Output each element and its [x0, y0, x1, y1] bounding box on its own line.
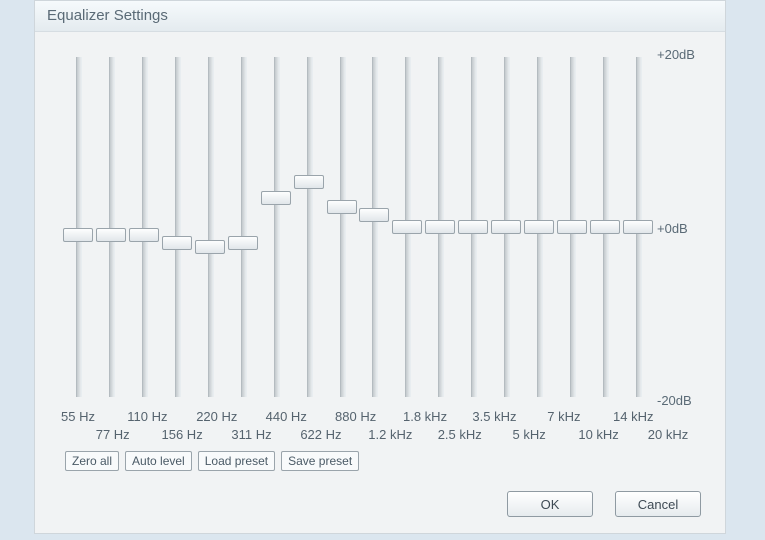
slider-bank [63, 57, 653, 397]
eq-slider-7[interactable] [294, 57, 324, 397]
slider-track [372, 57, 378, 397]
slider-thumb[interactable] [359, 208, 389, 222]
slider-thumb[interactable] [425, 220, 455, 234]
eq-slider-13[interactable] [491, 57, 521, 397]
dialog-actions: OK Cancel [507, 491, 701, 517]
freq-label-8: 880 Hz [326, 409, 386, 424]
freq-label-10: 1.8 kHz [395, 409, 455, 424]
freq-label-16: 14 kHz [603, 409, 663, 424]
freq-label-12: 3.5 kHz [464, 409, 524, 424]
eq-slider-0[interactable] [63, 57, 93, 397]
slider-track [274, 57, 280, 397]
slider-thumb[interactable] [294, 175, 324, 189]
slider-thumb[interactable] [524, 220, 554, 234]
slider-track [208, 57, 214, 397]
scale-label-bottom: -20dB [657, 393, 707, 408]
eq-slider-4[interactable] [195, 57, 225, 397]
dialog-title: Equalizer Settings [35, 1, 725, 32]
eq-slider-16[interactable] [590, 57, 620, 397]
preset-buttons: Zero all Auto level Load preset Save pre… [65, 451, 359, 471]
slider-thumb[interactable] [458, 220, 488, 234]
slider-track [76, 57, 82, 397]
slider-track [175, 57, 181, 397]
eq-slider-14[interactable] [524, 57, 554, 397]
scale-label-top: +20dB [657, 47, 707, 62]
freq-label-9: 1.2 kHz [360, 427, 420, 442]
freq-label-5: 311 Hz [222, 427, 282, 442]
scale-label-mid: +0dB [657, 221, 707, 236]
slider-thumb[interactable] [162, 236, 192, 250]
load-preset-button[interactable]: Load preset [198, 451, 275, 471]
slider-track [241, 57, 247, 397]
freq-label-4: 220 Hz [187, 409, 247, 424]
eq-slider-2[interactable] [129, 57, 159, 397]
freq-label-7: 622 Hz [291, 427, 351, 442]
freq-label-3: 156 Hz [152, 427, 212, 442]
eq-slider-10[interactable] [392, 57, 422, 397]
auto-level-button[interactable]: Auto level [125, 451, 192, 471]
slider-thumb[interactable] [327, 200, 357, 214]
frequency-labels: 55 Hz77 Hz110 Hz156 Hz220 Hz311 Hz440 Hz… [53, 409, 673, 449]
slider-thumb[interactable] [623, 220, 653, 234]
freq-label-14: 7 kHz [534, 409, 594, 424]
eq-slider-3[interactable] [162, 57, 192, 397]
equalizer-area: +20dB +0dB -20dB [53, 49, 707, 409]
eq-slider-17[interactable] [623, 57, 653, 397]
freq-label-17: 20 kHz [638, 427, 698, 442]
eq-slider-6[interactable] [261, 57, 291, 397]
eq-slider-12[interactable] [458, 57, 488, 397]
slider-thumb[interactable] [590, 220, 620, 234]
eq-slider-9[interactable] [359, 57, 389, 397]
freq-label-15: 10 kHz [569, 427, 629, 442]
freq-label-2: 110 Hz [117, 409, 177, 424]
zero-all-button[interactable]: Zero all [65, 451, 119, 471]
slider-track [109, 57, 115, 397]
equalizer-dialog: Equalizer Settings +20dB +0dB -20dB 55 H… [34, 0, 726, 534]
slider-thumb[interactable] [392, 220, 422, 234]
freq-label-13: 5 kHz [499, 427, 559, 442]
freq-label-11: 2.5 kHz [430, 427, 490, 442]
freq-label-1: 77 Hz [83, 427, 143, 442]
slider-track [307, 57, 313, 397]
slider-track [142, 57, 148, 397]
slider-thumb[interactable] [195, 240, 225, 254]
slider-thumb[interactable] [261, 191, 291, 205]
slider-thumb[interactable] [129, 228, 159, 242]
freq-label-6: 440 Hz [256, 409, 316, 424]
cancel-button[interactable]: Cancel [615, 491, 701, 517]
eq-slider-5[interactable] [228, 57, 258, 397]
eq-slider-15[interactable] [557, 57, 587, 397]
save-preset-button[interactable]: Save preset [281, 451, 359, 471]
freq-label-0: 55 Hz [48, 409, 108, 424]
eq-slider-1[interactable] [96, 57, 126, 397]
ok-button[interactable]: OK [507, 491, 593, 517]
eq-slider-8[interactable] [327, 57, 357, 397]
slider-thumb[interactable] [228, 236, 258, 250]
eq-slider-11[interactable] [425, 57, 455, 397]
slider-track [340, 57, 346, 397]
slider-thumb[interactable] [96, 228, 126, 242]
slider-thumb[interactable] [557, 220, 587, 234]
slider-thumb[interactable] [491, 220, 521, 234]
slider-thumb[interactable] [63, 228, 93, 242]
